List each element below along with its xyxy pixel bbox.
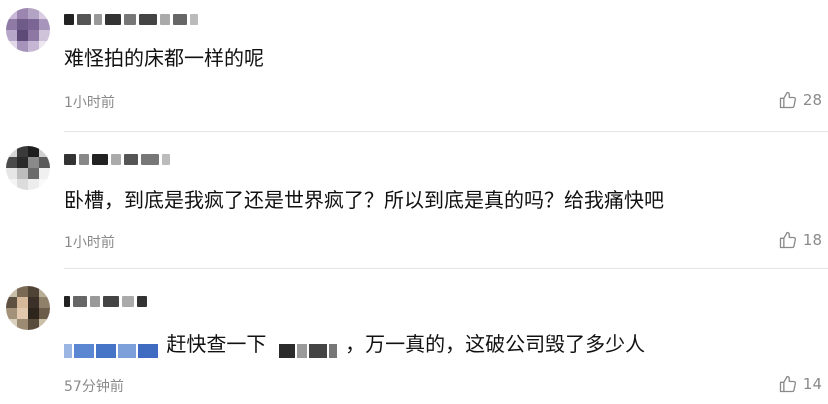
thumbs-up-icon <box>779 91 796 109</box>
like-button[interactable]: 18 <box>778 230 822 250</box>
divider <box>64 131 828 132</box>
username-redacted[interactable] <box>64 294 147 308</box>
like-count: 14 <box>802 375 822 393</box>
comment-time: 1小时前 <box>64 95 115 111</box>
like-count: 18 <box>802 231 822 249</box>
like-count: 28 <box>802 91 822 109</box>
comment-text: 卧槽，到底是我疯了还是世界疯了？所以到底是真的吗？给我痛快吧 <box>64 188 664 212</box>
avatar[interactable] <box>6 286 50 330</box>
comment-text: 赶快查一下 ，万一真的，这破公司毁了多少人 <box>64 330 645 358</box>
mention-redacted[interactable] <box>64 336 160 358</box>
avatar[interactable] <box>6 146 50 190</box>
redacted-name <box>278 336 339 358</box>
username-redacted[interactable] <box>64 12 198 26</box>
comment-text-part2: ，万一真的，这破公司毁了多少人 <box>345 332 646 356</box>
username-redacted[interactable] <box>64 152 170 166</box>
thumbs-up-icon <box>779 375 796 393</box>
like-button[interactable]: 28 <box>778 90 822 110</box>
comment-text-part1: 赶快查一下 <box>166 332 267 356</box>
thumbs-up-icon <box>779 231 796 249</box>
divider <box>64 268 828 269</box>
comment-time: 1小时前 <box>64 235 115 251</box>
like-button[interactable]: 14 <box>778 374 822 394</box>
avatar[interactable] <box>6 8 50 52</box>
comment-text: 难怪拍的床都一样的呢 <box>64 46 264 70</box>
comment-time: 57分钟前 <box>64 379 124 395</box>
